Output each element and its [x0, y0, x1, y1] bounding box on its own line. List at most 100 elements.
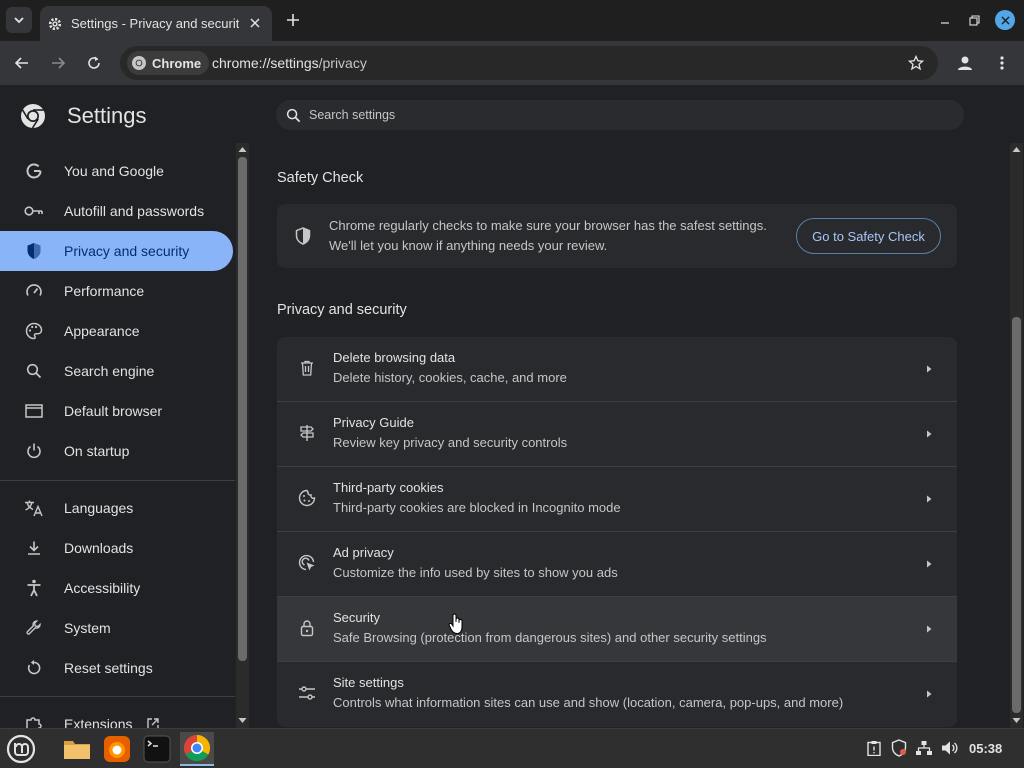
- sidebar-item-on-startup[interactable]: On startup: [0, 431, 233, 471]
- puzzle-icon: [24, 714, 44, 728]
- sidebar-scrollbar-thumb[interactable]: [238, 157, 247, 661]
- site-info-chip[interactable]: Chrome: [127, 51, 210, 75]
- forward-button[interactable]: [46, 51, 70, 75]
- files-app-button[interactable]: [60, 732, 94, 766]
- tab-close-button[interactable]: [246, 14, 264, 32]
- clipboard-tray-button[interactable]: [864, 738, 884, 758]
- power-icon: [24, 441, 44, 461]
- menu-button[interactable]: [990, 51, 1014, 75]
- bookmark-button[interactable]: [904, 51, 928, 75]
- restore-button[interactable]: [964, 10, 984, 30]
- sidebar-item-search-engine[interactable]: Search engine: [0, 351, 233, 391]
- search-icon: [24, 361, 44, 381]
- volume-tray-button[interactable]: [940, 738, 960, 758]
- arrow-right-icon: [927, 495, 932, 503]
- scroll-down-icon: [238, 718, 247, 723]
- scroll-down-icon: [1012, 718, 1021, 723]
- speedometer-icon: [24, 281, 44, 301]
- arrow-left-icon: [14, 57, 28, 69]
- sidebar-item-performance[interactable]: Performance: [0, 271, 233, 311]
- reset-icon: [24, 658, 44, 678]
- url-host: chrome://settings: [212, 55, 319, 71]
- chevron-down-icon: [14, 17, 24, 24]
- firefox-app-button[interactable]: [100, 732, 134, 766]
- lock-icon: [297, 618, 317, 638]
- minimize-icon: [941, 22, 949, 24]
- sidebar-item-appearance[interactable]: Appearance: [0, 311, 233, 351]
- sidebar-item-autofill[interactable]: Autofill and passwords: [0, 191, 233, 231]
- sidebar-divider: [0, 480, 235, 481]
- row-ad-privacy[interactable]: Ad privacy Customize the info used by si…: [277, 532, 957, 597]
- row-title: Ad privacy: [333, 545, 394, 560]
- cookie-icon: [297, 488, 317, 508]
- palette-icon: [24, 321, 44, 341]
- update-shield-tray-button[interactable]: [889, 738, 909, 758]
- row-site-settings[interactable]: Site settings Controls what information …: [277, 662, 957, 727]
- sidebar-item-reset-settings[interactable]: Reset settings: [0, 648, 233, 688]
- sidebar-item-label: Accessibility: [64, 580, 141, 596]
- new-tab-button[interactable]: [283, 10, 303, 30]
- row-subtitle: Safe Browsing (protection from dangerous…: [333, 630, 767, 645]
- sidebar-item-system[interactable]: System: [0, 608, 233, 648]
- os-taskbar: 05:38: [0, 728, 1024, 768]
- row-title: Site settings: [333, 675, 404, 690]
- scroll-up-icon: [1012, 147, 1021, 152]
- clock[interactable]: 05:38: [969, 741, 1002, 756]
- sidebar-item-languages[interactable]: Languages: [0, 488, 233, 528]
- arrow-right-icon: [927, 690, 932, 698]
- search-icon: [286, 108, 301, 122]
- wrench-icon: [24, 618, 44, 638]
- row-title: Privacy Guide: [333, 415, 414, 430]
- main-scrollbar[interactable]: [1010, 143, 1023, 728]
- browser-toolbar: Chrome chrome://settings/privacy: [0, 41, 1024, 85]
- minimize-button[interactable]: [935, 10, 955, 30]
- firefox-icon: [104, 736, 130, 762]
- row-subtitle: Delete history, cookies, cache, and more: [333, 370, 567, 385]
- sidebar-item-accessibility[interactable]: Accessibility: [0, 568, 233, 608]
- active-tab[interactable]: Settings - Privacy and security: [40, 6, 272, 41]
- chrome-app-button[interactable]: [180, 732, 214, 766]
- main-scrollbar-thumb[interactable]: [1012, 317, 1021, 713]
- row-title: Delete browsing data: [333, 350, 456, 365]
- window-close-button[interactable]: [995, 10, 1015, 30]
- row-security[interactable]: Security Safe Browsing (protection from …: [277, 597, 957, 662]
- start-menu-button[interactable]: [4, 732, 38, 766]
- row-title: Third-party cookies: [333, 480, 444, 495]
- row-delete-browsing-data[interactable]: Delete browsing data Delete history, coo…: [277, 337, 957, 402]
- chrome-icon: [183, 734, 211, 762]
- safety-check-description: Chrome regularly checks to make sure you…: [329, 216, 779, 256]
- sidebar-item-label: Performance: [64, 283, 145, 299]
- trash-icon: [297, 358, 317, 378]
- go-to-safety-check-button[interactable]: Go to Safety Check: [796, 218, 941, 254]
- url-path: /privacy: [318, 55, 367, 71]
- sidebar-scrollbar[interactable]: [236, 143, 249, 728]
- sidebar-item-privacy-and-security[interactable]: Privacy and security: [0, 231, 233, 271]
- back-button[interactable]: [10, 51, 34, 75]
- sidebar-item-label: Search engine: [64, 363, 155, 379]
- settings-search-input[interactable]: Search settings: [276, 100, 964, 130]
- sidebar-item-you-and-google[interactable]: You and Google: [0, 151, 233, 191]
- row-third-party-cookies[interactable]: Third-party cookies Third-party cookies …: [277, 467, 957, 532]
- volume-icon: [942, 741, 958, 755]
- row-privacy-guide[interactable]: Privacy Guide Review key privacy and sec…: [277, 402, 957, 467]
- sidebar-item-default-browser[interactable]: Default browser: [0, 391, 233, 431]
- profile-button[interactable]: [953, 51, 977, 75]
- sidebar-item-label: Extensions: [64, 716, 133, 728]
- arrow-right-icon: [927, 430, 932, 438]
- gear-icon: [48, 17, 62, 30]
- sidebar-item-label: Default browser: [64, 403, 163, 419]
- google-icon: [24, 161, 44, 181]
- plus-icon: [287, 14, 299, 26]
- close-icon: [1000, 15, 1010, 25]
- sidebar-item-downloads[interactable]: Downloads: [0, 528, 233, 568]
- reload-button[interactable]: [82, 51, 106, 75]
- sliders-icon: [297, 683, 317, 703]
- address-bar[interactable]: Chrome chrome://settings/privacy: [120, 46, 938, 80]
- sidebar-item-extensions[interactable]: Extensions: [0, 704, 233, 728]
- sidebar-divider: [0, 696, 235, 697]
- search-placeholder: Search settings: [309, 108, 396, 122]
- star-icon: [908, 55, 924, 71]
- terminal-app-button[interactable]: [140, 732, 174, 766]
- tab-search-button[interactable]: [6, 7, 32, 33]
- network-tray-button[interactable]: [914, 738, 934, 758]
